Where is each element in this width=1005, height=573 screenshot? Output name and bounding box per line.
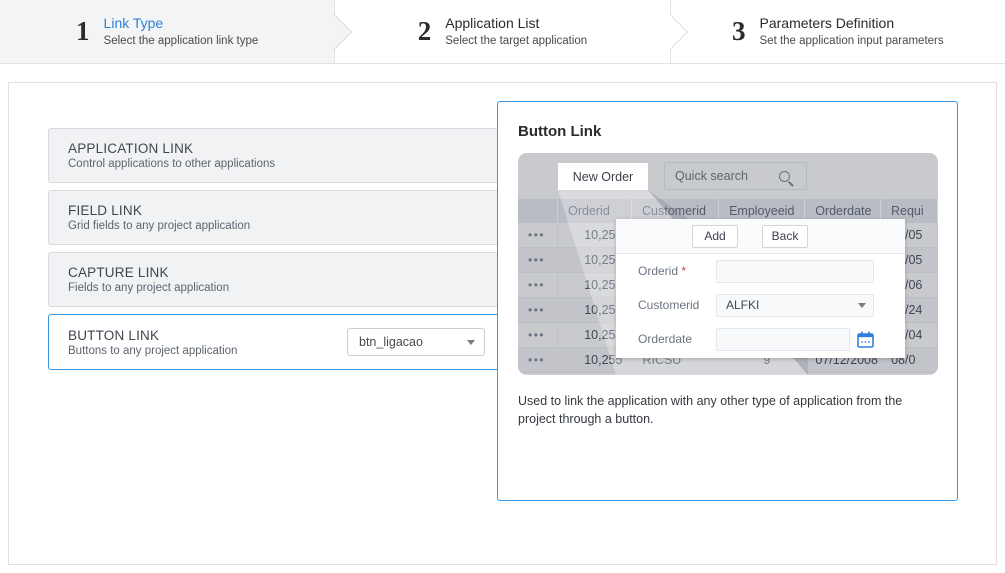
step-2-subtitle: Select the target application — [445, 34, 587, 48]
mock-quick-search-label: Quick search — [675, 169, 748, 183]
link-type-button-link[interactable]: BUTTON LINK Buttons to any project appli… — [48, 314, 500, 370]
row-menu-icon[interactable]: ••• — [518, 273, 558, 297]
form-label-orderid: Orderid * — [638, 264, 716, 278]
link-type-title: FIELD LINK — [68, 203, 250, 218]
form-input-orderdate[interactable] — [716, 328, 850, 351]
step-1-title: Link Type — [104, 15, 259, 33]
link-type-title: BUTTON LINK — [68, 328, 237, 343]
wizard-step-3[interactable]: 3 Parameters Definition Set the applicat… — [671, 0, 1005, 63]
link-type-field-link[interactable]: FIELD LINK Grid fields to any project ap… — [48, 190, 500, 245]
preview-description: Used to link the application with any ot… — [518, 392, 938, 428]
search-icon — [779, 171, 790, 182]
preview-panel: Button Link New Order Quick search Order… — [497, 101, 958, 501]
row-menu-icon[interactable]: ••• — [518, 298, 558, 322]
label-text: Orderid — [638, 264, 678, 278]
button-select-value: btn_ligacao — [359, 335, 423, 349]
row-menu-icon[interactable]: ••• — [518, 223, 558, 247]
preview-title: Button Link — [518, 123, 601, 140]
link-type-subtitle: Fields to any project application — [68, 282, 229, 294]
form-label-customerid: Customerid — [638, 298, 716, 312]
required-marker: * — [678, 264, 686, 278]
preview-screenshot: New Order Quick search Orderid Customeri… — [518, 153, 938, 375]
mock-new-order-button[interactable]: New Order — [558, 163, 648, 190]
mock-back-button[interactable]: Back — [762, 225, 808, 248]
link-type-subtitle: Grid fields to any project application — [68, 220, 250, 232]
mock-quick-search[interactable]: Quick search — [664, 162, 807, 190]
step-notch-fill — [669, 14, 687, 50]
mock-popup-toolbar: Add Back — [616, 219, 905, 254]
link-type-title: APPLICATION LINK — [68, 141, 275, 156]
link-type-subtitle: Control applications to other applicatio… — [68, 158, 275, 170]
mock-header-cell — [518, 199, 558, 223]
form-row-orderid: Orderid * — [616, 254, 905, 288]
step-2-title: Application List — [445, 15, 587, 33]
step-3-title: Parameters Definition — [760, 15, 944, 33]
form-row-orderdate: Orderdate — [616, 322, 905, 356]
chevron-down-icon — [858, 303, 866, 308]
form-row-customerid: Customerid ALFKI — [616, 288, 905, 322]
button-select-dropdown[interactable]: btn_ligacao — [347, 328, 485, 356]
row-menu-icon[interactable]: ••• — [518, 248, 558, 272]
step-1-number: 1 — [76, 18, 90, 45]
form-select-customerid[interactable]: ALFKI — [716, 294, 874, 317]
wizard-step-1[interactable]: 1 Link Type Select the application link … — [0, 0, 335, 63]
link-type-capture-link[interactable]: CAPTURE LINK Fields to any project appli… — [48, 252, 500, 307]
link-type-title: CAPTURE LINK — [68, 265, 229, 280]
step-3-subtitle: Set the application input parameters — [760, 34, 944, 48]
step-1-subtitle: Select the application link type — [104, 34, 259, 48]
link-type-list: APPLICATION LINK Control applications to… — [48, 128, 500, 377]
form-input-orderid[interactable] — [716, 260, 874, 283]
form-label-orderdate: Orderdate — [638, 332, 716, 346]
link-type-subtitle: Buttons to any project application — [68, 345, 237, 357]
wizard-stepper: 1 Link Type Select the application link … — [0, 0, 1005, 64]
link-type-application-link[interactable]: APPLICATION LINK Control applications to… — [48, 128, 500, 183]
step-notch-fill — [333, 14, 351, 50]
step-3-number: 3 — [732, 18, 746, 45]
row-menu-icon[interactable]: ••• — [518, 323, 558, 347]
mock-add-popup: Add Back Orderid * Customerid ALFKI Orde… — [616, 219, 905, 358]
step-2-number: 2 — [418, 18, 432, 45]
form-select-value: ALFKI — [726, 298, 759, 312]
row-menu-icon[interactable]: ••• — [518, 348, 558, 372]
chevron-down-icon — [467, 340, 475, 345]
wizard-step-2[interactable]: 2 Application List Select the target app… — [335, 0, 670, 63]
mock-add-button[interactable]: Add — [692, 225, 738, 248]
calendar-icon[interactable] — [857, 331, 874, 348]
